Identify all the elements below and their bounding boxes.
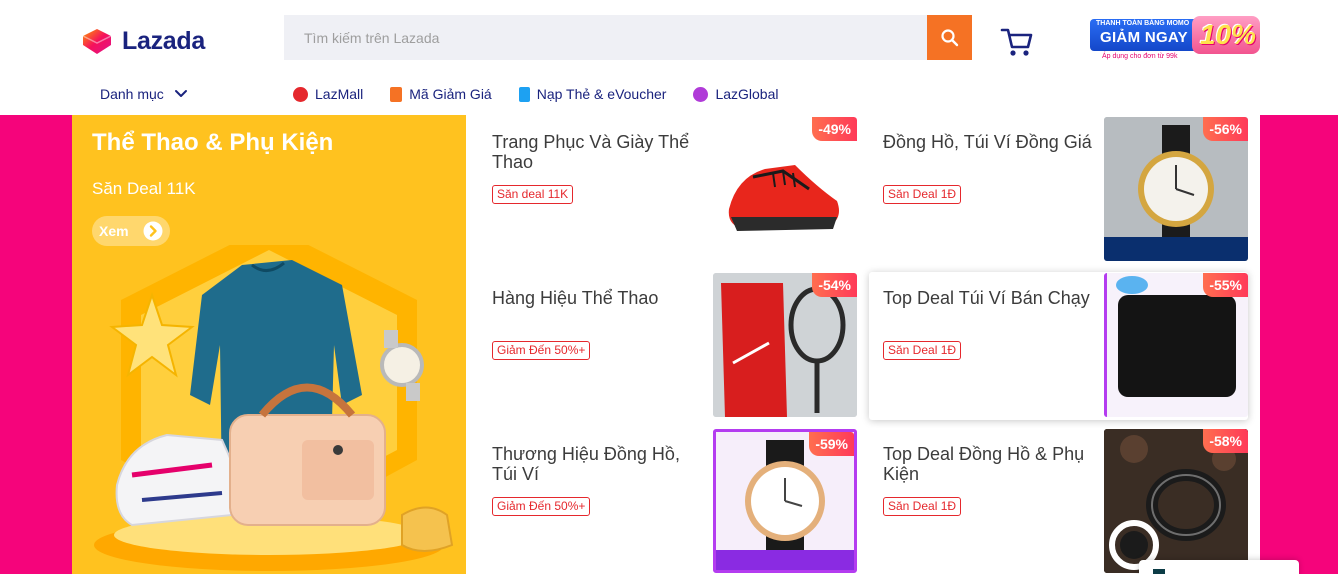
discount-badge: -58% bbox=[1203, 429, 1248, 453]
nav-item-label: LazMall bbox=[315, 86, 364, 102]
nav-item-lazmall[interactable]: LazMall bbox=[293, 86, 363, 102]
view-button-label: Xem bbox=[99, 223, 129, 239]
discount-badge: -59% bbox=[809, 432, 854, 456]
deal-tag: Săn Deal 1Đ bbox=[883, 341, 962, 360]
promo-main-text: GIẢM NGAY bbox=[1100, 29, 1188, 46]
banner-title: Thể Thao & Phụ Kiện bbox=[92, 129, 334, 156]
deal-title: Đồng Hồ, Túi Ví Đồng Giá bbox=[883, 132, 1092, 152]
voucher-icon bbox=[390, 86, 403, 102]
discount-badge: -55% bbox=[1203, 273, 1248, 297]
deal-card-watch-accessories[interactable]: Top Deal Đồng Hồ & Phụ Kiện Săn Deal 1Đ … bbox=[857, 428, 1248, 574]
lazada-logo[interactable]: Lazada bbox=[80, 26, 205, 56]
momo-promo-banner[interactable]: THANH TOÁN BẰNG MOMO GIẢM NGAY 10% Áp dụ… bbox=[1090, 16, 1260, 60]
deal-tag: Săn Deal 1Đ bbox=[883, 497, 962, 516]
lazmall-icon bbox=[293, 86, 308, 102]
nav-item-lazglobal[interactable]: LazGlobal bbox=[693, 86, 778, 102]
promo-percent: 10% bbox=[1200, 19, 1257, 50]
deal-title: Thương Hiệu Đồng Hồ, Túi Ví bbox=[492, 444, 680, 484]
category-banner[interactable]: Thể Thao & Phụ Kiện Săn Deal 11K Xem bbox=[72, 115, 466, 574]
deal-card-watches-wallets[interactable]: Đồng Hồ, Túi Ví Đồng Giá Săn Deal 1Đ -56… bbox=[857, 116, 1248, 264]
deal-tag: Giảm Đến 50%+ bbox=[492, 341, 591, 360]
product-image-rings: -58% bbox=[1104, 429, 1248, 573]
product-image-laptop-sleeve: -55% bbox=[1104, 273, 1248, 417]
arrow-right-icon bbox=[143, 221, 163, 241]
product-image-sneaker: -49% bbox=[713, 117, 857, 261]
banner-subtitle: Săn Deal 11K bbox=[92, 179, 196, 198]
deal-tag: Giảm Đến 50%+ bbox=[492, 497, 591, 516]
deal-title: Hàng Hiệu Thể Thao bbox=[492, 288, 659, 308]
deal-grid: Trang Phục Và Giày Thể Thao Săn deal 11K… bbox=[466, 115, 1260, 574]
cart-icon[interactable] bbox=[999, 25, 1035, 59]
category-dropdown[interactable]: Danh mục bbox=[100, 86, 188, 102]
nav-item-label: Mã Giảm Giá bbox=[409, 86, 492, 102]
top-nav: LazMall Mã Giảm Giá Nạp Thẻ & eVoucher L… bbox=[293, 86, 805, 102]
deal-title: Top Deal Đồng Hồ & Phụ Kiện bbox=[883, 444, 1085, 484]
deal-card-top-wallets[interactable]: Top Deal Túi Ví Bán Chạy Săn Deal 1Đ -55… bbox=[869, 272, 1248, 420]
product-image-gold-watch: -56% bbox=[1104, 117, 1248, 261]
nav-item-label: Nạp Thẻ & eVoucher bbox=[536, 86, 667, 102]
discount-badge: -54% bbox=[812, 273, 857, 297]
logo-text: Lazada bbox=[122, 26, 205, 55]
chat-widget[interactable] bbox=[1139, 560, 1299, 574]
topup-icon bbox=[518, 86, 530, 102]
chat-icon bbox=[1153, 569, 1165, 574]
banner-artwork bbox=[94, 245, 454, 571]
deal-tag: Săn deal 11K bbox=[492, 185, 574, 204]
deal-tag: Săn Deal 1Đ bbox=[883, 185, 962, 204]
globe-icon bbox=[693, 86, 709, 102]
header: Lazada THANH TOÁN BẰNG MOMO GIẢM NGAY 10… bbox=[0, 0, 1338, 115]
deal-title: Trang Phục Và Giày Thể Thao bbox=[492, 132, 690, 172]
view-button[interactable]: Xem bbox=[92, 216, 170, 246]
nav-item-label: LazGlobal bbox=[715, 86, 779, 102]
search-bar bbox=[284, 15, 972, 60]
promo-top-text: THANH TOÁN BẰNG MOMO bbox=[1096, 20, 1190, 27]
deal-title: Top Deal Túi Ví Bán Chạy bbox=[883, 288, 1090, 308]
discount-badge: -56% bbox=[1203, 117, 1248, 141]
lazada-heart-icon bbox=[82, 29, 112, 54]
nav-item-voucher[interactable]: Mã Giảm Giá bbox=[390, 86, 492, 102]
deal-card-sport-brands[interactable]: Hàng Hiệu Thể Thao Giảm Đến 50%+ -54% bbox=[466, 272, 857, 420]
category-label: Danh mục bbox=[100, 86, 164, 102]
promo-sub-text: Áp dụng cho đơn từ 99k bbox=[1102, 53, 1178, 60]
nav-item-topup[interactable]: Nạp Thẻ & eVoucher bbox=[518, 86, 667, 102]
product-image-racket: -54% bbox=[713, 273, 857, 417]
product-image-watch: -59% bbox=[713, 429, 857, 573]
deal-card-sportswear[interactable]: Trang Phục Và Giày Thể Thao Săn deal 11K… bbox=[466, 116, 857, 264]
search-input[interactable] bbox=[284, 15, 927, 60]
search-button[interactable] bbox=[927, 15, 972, 60]
discount-badge: -49% bbox=[812, 117, 857, 141]
deal-card-watch-brands[interactable]: Thương Hiệu Đồng Hồ, Túi Ví Giảm Đến 50%… bbox=[466, 428, 857, 574]
search-icon bbox=[940, 28, 958, 46]
chevron-down-icon bbox=[174, 90, 187, 97]
